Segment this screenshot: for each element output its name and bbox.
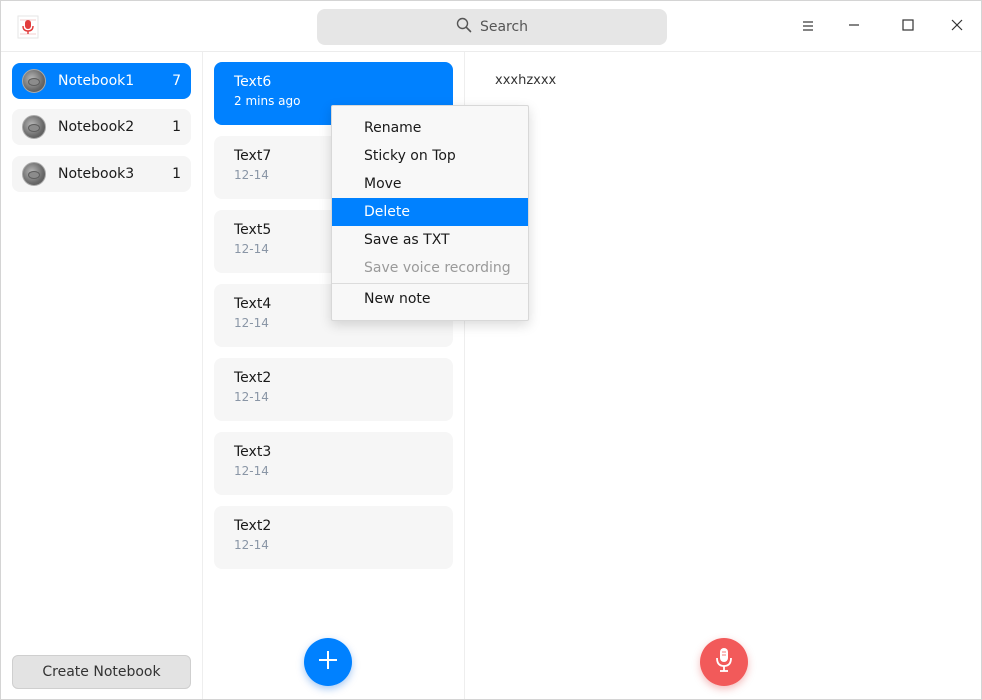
menu-item-save-voice-recording: Save voice recording xyxy=(364,260,511,276)
notebook-avatar xyxy=(22,69,46,93)
notebook-count: 7 xyxy=(172,73,181,89)
notebook-count: 1 xyxy=(172,166,181,182)
search-input[interactable]: Search xyxy=(317,9,667,45)
note-title: Text2 xyxy=(234,370,272,386)
note-date: 12-14 xyxy=(234,390,269,404)
notebook-avatar xyxy=(22,115,46,139)
record-button[interactable] xyxy=(700,638,748,686)
notebook-item[interactable]: Notebook1 7 xyxy=(12,63,191,99)
note-editor[interactable]: xxxhzxxx xyxy=(465,52,981,699)
editor-content[interactable]: xxxhzxxx xyxy=(495,73,556,88)
add-note-button[interactable] xyxy=(304,638,352,686)
menu-item-delete[interactable]: Delete xyxy=(332,198,528,226)
microphone-icon xyxy=(714,646,734,678)
menu-item-rename[interactable]: Rename xyxy=(332,114,528,142)
minimize-icon xyxy=(847,17,861,36)
menu-item-move[interactable]: Move xyxy=(332,170,528,198)
notebook-item[interactable]: Notebook2 1 xyxy=(12,109,191,145)
minimize-button[interactable] xyxy=(839,11,869,41)
menu-item-save-as-txt[interactable]: Save as TXT xyxy=(332,226,528,254)
search-icon xyxy=(456,17,472,37)
note-date: 12-14 xyxy=(234,538,269,552)
title-bar: Search xyxy=(1,1,981,52)
voice-notes-icon xyxy=(15,14,41,40)
menu-button[interactable] xyxy=(793,11,823,41)
note-item[interactable]: Text2 12-14 xyxy=(214,506,453,569)
app-window: Search Notebook1 7 Notebook2 1 Notebook3… xyxy=(0,0,982,700)
menu-separator xyxy=(332,283,528,284)
note-item[interactable]: Text3 12-14 xyxy=(214,432,453,495)
create-notebook-button[interactable]: Create Notebook xyxy=(12,655,191,689)
note-title: Text2 xyxy=(234,518,272,534)
notebook-name: Notebook1 xyxy=(58,73,135,89)
search-placeholder: Search xyxy=(479,19,529,35)
close-button[interactable] xyxy=(942,11,972,41)
notebook-count: 1 xyxy=(172,119,181,135)
notebook-sidebar: Notebook1 7 Notebook2 1 Notebook3 1 Crea… xyxy=(1,52,203,699)
menu-item-new-note[interactable]: New note xyxy=(332,285,528,313)
notebook-avatar xyxy=(22,162,46,186)
maximize-button[interactable] xyxy=(893,11,923,41)
close-icon xyxy=(950,17,964,36)
note-title: Text3 xyxy=(234,444,272,460)
plus-icon xyxy=(317,649,339,675)
notebook-item[interactable]: Notebook3 1 xyxy=(12,156,191,192)
note-title: Text6 xyxy=(234,74,272,90)
hamburger-icon xyxy=(801,17,815,36)
note-date: 12-14 xyxy=(234,464,269,478)
context-menu: Rename Sticky on Top Move Delete Save as… xyxy=(331,105,529,321)
notebook-name: Notebook3 xyxy=(58,166,135,182)
note-item[interactable]: Text2 12-14 xyxy=(214,358,453,421)
maximize-icon xyxy=(901,17,915,36)
notebook-name: Notebook2 xyxy=(58,119,135,135)
menu-item-sticky-on-top[interactable]: Sticky on Top xyxy=(332,142,528,170)
